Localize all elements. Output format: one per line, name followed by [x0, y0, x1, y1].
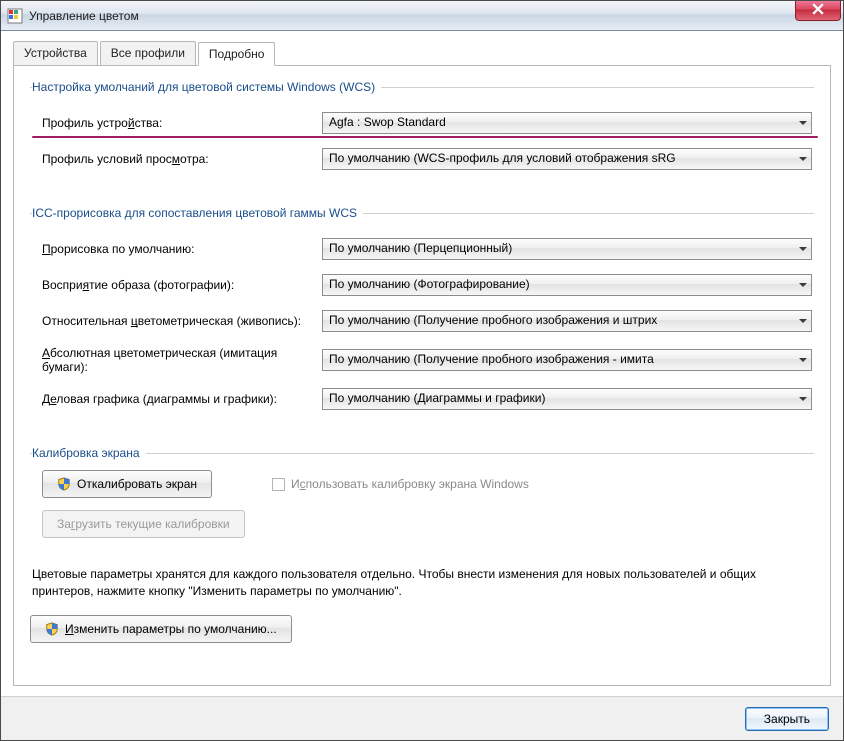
combo-perception-value: По умолчанию (Фотографирование) [329, 277, 530, 291]
titlebar[interactable]: Управление цветом [1, 1, 843, 31]
close-dialog-button[interactable]: Закрыть [745, 707, 829, 731]
tab-strip: Устройства Все профили Подробно [13, 41, 831, 66]
combo-absolute[interactable]: По умолчанию (Получение пробного изображ… [322, 349, 812, 371]
load-current-calibrations-label: Загрузить текущие калибровки [57, 517, 230, 531]
tab-advanced[interactable]: Подробно [198, 42, 276, 66]
chevron-down-icon [799, 283, 807, 287]
use-windows-calibration: Использовать калибровку экрана Windows [272, 477, 529, 491]
calibrate-display-button[interactable]: Откалибровать экран [42, 470, 212, 498]
close-button[interactable] [795, 1, 841, 21]
chevron-down-icon [799, 319, 807, 323]
label-perception: Восприятие образа (фотографии): [32, 278, 322, 292]
close-icon [812, 3, 824, 18]
combo-viewing-profile-value: По умолчанию (WCS-профиль для условий от… [329, 151, 676, 165]
client-area: Устройства Все профили Подробно Настройк… [1, 31, 843, 740]
row-calibrate: Откалибровать экран Использовать калибро… [32, 470, 812, 498]
combo-business-value: По умолчанию (Диаграммы и графики) [329, 391, 545, 405]
use-windows-calibration-checkbox [272, 478, 285, 491]
chevron-down-icon [799, 157, 807, 161]
chevron-down-icon [799, 121, 807, 125]
window-title: Управление цветом [29, 9, 139, 23]
shield-icon [57, 477, 71, 491]
group-calibration-legend: Калибровка экрана [32, 446, 146, 460]
combo-default-intent[interactable]: По умолчанию (Перцепционный) [322, 238, 812, 260]
group-icc-legend: ICC-прорисовка для сопоставления цветово… [32, 206, 363, 220]
tab-panel-advanced: Настройка умолчаний для цветовой системы… [13, 66, 831, 686]
app-icon [7, 8, 23, 24]
window-frame: Управление цветом Устройства Все профили… [0, 0, 844, 741]
load-current-calibrations-button: Загрузить текущие калибровки [42, 510, 245, 538]
label-business: Деловая графика (диаграммы и графики): [32, 392, 322, 406]
combo-absolute-value: По умолчанию (Получение пробного изображ… [329, 352, 654, 366]
chevron-down-icon [799, 247, 807, 251]
chevron-down-icon [799, 358, 807, 362]
combo-device-profile[interactable]: Agfa : Swop Standard [322, 112, 812, 134]
use-windows-calibration-label: Использовать калибровку экрана Windows [291, 477, 529, 491]
change-defaults-label: Изменить параметры по умолчанию... [65, 622, 277, 636]
change-defaults-button[interactable]: Изменить параметры по умолчанию... [30, 615, 292, 643]
row-device-profile: Профиль устройства: Agfa : Swop Standard [32, 112, 812, 134]
group-calibration: Калибровка экрана Откалибровать экран [30, 446, 814, 548]
label-relative: Относительная цветометрическая (живопись… [32, 314, 322, 328]
combo-relative-value: По умолчанию (Получение пробного изображ… [329, 313, 657, 327]
tab-devices[interactable]: Устройства [13, 41, 98, 65]
combo-business[interactable]: По умолчанию (Диаграммы и графики) [322, 388, 812, 410]
row-business: Деловая графика (диаграммы и графики): П… [32, 388, 812, 410]
row-viewing-profile: Профиль условий просмотра: По умолчанию … [32, 148, 812, 170]
row-relative: Относительная цветометрическая (живопись… [32, 310, 812, 332]
row-perception: Восприятие образа (фотографии): По умолч… [32, 274, 812, 296]
row-absolute: Абсолютная цветометрическая (имитация бу… [32, 346, 812, 374]
label-viewing-profile: Профиль условий просмотра: [32, 152, 322, 166]
combo-perception[interactable]: По умолчанию (Фотографирование) [322, 274, 812, 296]
info-text: Цветовые параметры хранятся для каждого … [32, 566, 812, 601]
label-default-intent: Прорисовка по умолчанию: [32, 242, 322, 256]
group-icc-intents: ICC-прорисовка для сопоставления цветово… [30, 206, 814, 428]
combo-relative[interactable]: По умолчанию (Получение пробного изображ… [322, 310, 812, 332]
shield-icon [45, 622, 59, 636]
dialog-footer: Закрыть [1, 696, 843, 740]
combo-default-intent-value: По умолчанию (Перцепционный) [329, 241, 512, 255]
label-absolute: Абсолютная цветометрическая (имитация бу… [32, 346, 322, 374]
label-device-profile: Профиль устройства: [32, 116, 322, 130]
highlight-underline-left [32, 136, 326, 138]
tab-all-profiles[interactable]: Все профили [100, 41, 196, 65]
combo-viewing-profile[interactable]: По умолчанию (WCS-профиль для условий от… [322, 148, 812, 170]
group-wcs-defaults: Настройка умолчаний для цветовой системы… [30, 80, 814, 188]
row-default-intent: Прорисовка по умолчанию: По умолчанию (П… [32, 238, 812, 260]
highlight-underline [322, 136, 818, 138]
chevron-down-icon [799, 397, 807, 401]
group-wcs-legend: Настройка умолчаний для цветовой системы… [32, 80, 381, 94]
close-dialog-label: Закрыть [764, 712, 810, 726]
combo-device-profile-value: Agfa : Swop Standard [329, 115, 446, 129]
calibrate-display-label: Откалибровать экран [77, 477, 197, 491]
